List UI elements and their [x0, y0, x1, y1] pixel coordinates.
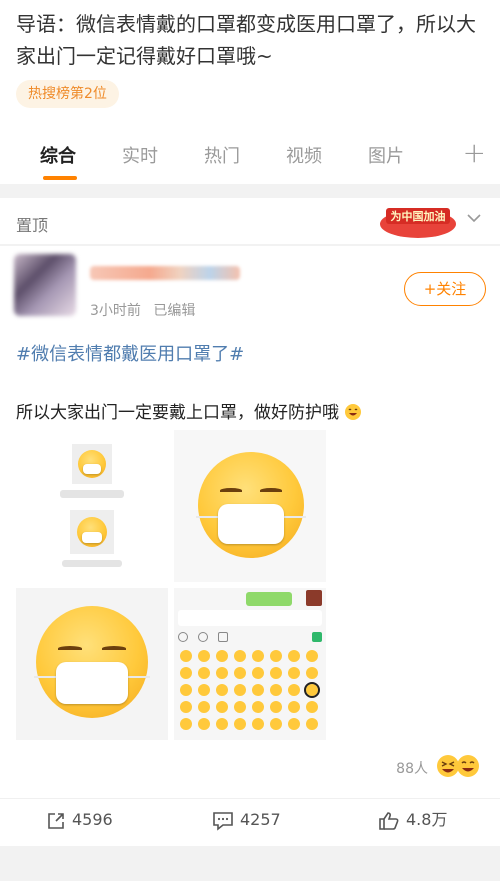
chat-bubble: [246, 592, 292, 606]
keyboard-emoji-icon: [270, 684, 282, 696]
pinned-label: 置顶: [16, 216, 49, 235]
hot-rank-badge[interactable]: 热搜榜第2位: [16, 80, 119, 108]
keyboard-emoji-icon: [198, 684, 210, 696]
keyboard-emoji-icon: [306, 667, 318, 679]
thumb-top: [72, 444, 112, 484]
keyboard-emoji-icon: [180, 718, 192, 730]
username-blurred[interactable]: [90, 266, 240, 280]
keyboard-emoji-icon: [198, 718, 210, 730]
keyboard-emoji-icon: [180, 650, 192, 662]
post-time: 3小时前: [90, 303, 141, 319]
intro-text: 导语：微信表情戴的口罩都变成医用口罩了，所以大家出门一定记得戴好口罩哦~: [16, 12, 476, 68]
keyboard-emoji-icon: [180, 701, 192, 713]
bottom-divider: [0, 846, 500, 881]
medical-mask: [218, 504, 284, 544]
follow-button[interactable]: +关注: [404, 272, 486, 306]
laugh-reaction-icon[interactable]: [434, 752, 484, 780]
post-image-3[interactable]: [16, 588, 168, 740]
tab-bar: 综合 实时 热门 视频 图片 +: [0, 126, 500, 184]
keyboard-emoji-icon: [234, 684, 246, 696]
keyboard-emoji-icon: [234, 650, 246, 662]
keyboard-emoji-icon: [270, 650, 282, 662]
post-image-1[interactable]: [16, 430, 168, 582]
post-card: 3小时前 已编辑 +关注 #微信表情都戴医用口罩了# 所以大家出门一定要戴上口罩…: [0, 246, 500, 846]
keyboard-emoji-icon: [234, 718, 246, 730]
keyboard-emoji-icon: [216, 718, 228, 730]
tab-comprehensive[interactable]: 综合: [40, 142, 76, 168]
keyboard-emoji-icon: [252, 684, 264, 696]
comment-icon: [213, 811, 233, 831]
read-count: 88人: [396, 761, 428, 777]
keyboard-emoji-icon: [216, 684, 228, 696]
tab-realtime[interactable]: 实时: [122, 142, 158, 168]
add-tab-icon[interactable]: +: [463, 136, 486, 169]
emoji-category-row: [178, 630, 322, 644]
caption-line: [60, 490, 124, 498]
avatar[interactable]: [14, 254, 76, 316]
medical-mask: [56, 662, 128, 704]
keyboard-emoji-icon: [304, 682, 320, 698]
keyboard-emoji-icon: [270, 667, 282, 679]
like-button[interactable]: 4.8万: [378, 809, 447, 831]
chat-input-bar: [178, 610, 322, 626]
left-eye: [58, 646, 82, 651]
pinned-row: 置顶 为中国加油: [0, 198, 500, 244]
keyboard-emoji-icon: [252, 667, 264, 679]
thumbs-up-icon: [379, 811, 399, 830]
keyboard-emoji-icon: [306, 650, 318, 662]
post-text: 所以大家出门一定要戴上口罩，做好防护哦: [16, 403, 339, 423]
comment-button[interactable]: 4257: [212, 809, 281, 831]
tab-hot[interactable]: 热门: [204, 142, 240, 168]
smile-emoji-icon: [345, 404, 362, 420]
keyboard-emoji-icon: [216, 667, 228, 679]
thumb-bottom: [70, 510, 114, 554]
right-eye: [102, 646, 126, 651]
section-divider: [0, 184, 500, 198]
topic-hashtag[interactable]: #微信表情都戴医用口罩了#: [16, 340, 244, 366]
post-text-row: 所以大家出门一定要戴上口罩，做好防护哦: [16, 398, 362, 423]
repost-icon: [48, 812, 64, 829]
keyboard-emoji-icon: [288, 684, 300, 696]
repost-button[interactable]: 4596: [46, 809, 113, 831]
keyboard-emoji-icon: [198, 701, 210, 713]
chat-avatar: [306, 590, 322, 606]
keyboard-emoji-icon: [252, 718, 264, 730]
right-eye: [260, 488, 282, 493]
keyboard-emoji-icon: [252, 650, 264, 662]
keyboard-emoji-icon: [270, 701, 282, 713]
left-eye: [220, 488, 242, 493]
keyboard-emoji-icon: [180, 667, 192, 679]
keyboard-emoji-icon: [288, 701, 300, 713]
keyboard-emoji-icon: [306, 701, 318, 713]
active-tab-indicator: [43, 176, 77, 180]
comment-count: 4257: [240, 810, 281, 829]
repost-count: 4596: [72, 810, 113, 829]
chevron-down-icon[interactable]: [464, 208, 484, 228]
keyboard-emoji-icon: [198, 667, 210, 679]
keyboard-emoji-icon: [216, 701, 228, 713]
keyboard-emoji-icon: [180, 684, 192, 696]
keyboard-emoji-icon: [288, 650, 300, 662]
post-action-bar: 4596 4257 4.8万: [0, 798, 500, 840]
keyboard-emoji-icon: [288, 718, 300, 730]
keyboard-emoji-icon: [288, 667, 300, 679]
china-cheer-stamp-icon: 为中国加油: [380, 208, 456, 238]
keyboard-emoji-icon: [234, 701, 246, 713]
keyboard-emoji-icon: [270, 718, 282, 730]
brand-stamp-text: 为中国加油: [391, 209, 446, 223]
tab-video[interactable]: 视频: [286, 142, 322, 168]
tab-pictures[interactable]: 图片: [368, 142, 404, 168]
keyboard-emoji-icon: [252, 701, 264, 713]
post-image-2[interactable]: [174, 430, 326, 582]
keyboard-emoji-icon: [306, 718, 318, 730]
post-meta: 3小时前 已编辑: [90, 300, 195, 320]
keyboard-emoji-icon: [198, 650, 210, 662]
keyboard-emoji-icon: [234, 667, 246, 679]
post-image-4[interactable]: [174, 588, 326, 740]
emoji-grid: [178, 648, 322, 736]
like-count: 4.8万: [406, 810, 448, 829]
caption-line-2: [62, 560, 122, 567]
keyboard-emoji-icon: [216, 650, 228, 662]
edited-label: 已编辑: [153, 303, 196, 319]
